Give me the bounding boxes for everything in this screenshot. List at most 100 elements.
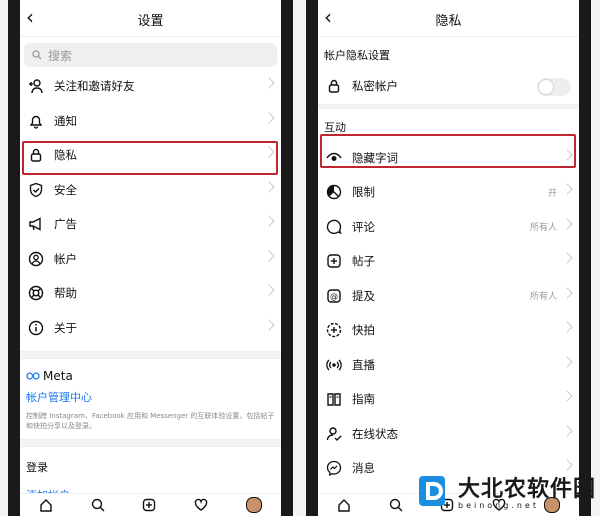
at-icon: @ <box>324 286 344 306</box>
private-account-row[interactable]: 私密帐户 <box>318 69 579 104</box>
bell-icon <box>26 111 46 131</box>
chevron-right-icon <box>561 217 573 230</box>
login-section-title: 登录 <box>26 461 48 474</box>
search-icon <box>32 50 42 60</box>
menu-item-label: 关于 <box>54 320 77 335</box>
menu-item-ads[interactable]: 广告 <box>20 207 281 242</box>
info-icon <box>26 318 46 338</box>
bottom-nav <box>20 493 281 516</box>
menu-item-story[interactable]: 快拍 <box>318 313 579 348</box>
menu-item-comments[interactable]: 评论 所有人 <box>318 210 579 245</box>
section-divider <box>20 439 281 447</box>
accounts-center-link[interactable]: 帐户管理中心 <box>26 389 275 405</box>
watermark-logo-icon <box>418 475 445 506</box>
meta-logo: Meta <box>26 369 275 383</box>
lock-icon <box>324 76 344 96</box>
svg-text:@: @ <box>330 292 338 301</box>
settings-topbar: ‹ 设置 <box>20 0 281 37</box>
search-input[interactable]: 搜索 <box>24 43 277 67</box>
account-icon <box>26 249 46 269</box>
private-account-toggle[interactable] <box>537 78 571 96</box>
menu-item-label: 广告 <box>54 217 77 232</box>
menu-item-live[interactable]: 直播 <box>318 348 579 383</box>
plus-square-icon <box>324 251 344 271</box>
search-icon[interactable] <box>389 498 403 512</box>
account-privacy-header: 帐户隐私设置 <box>324 49 390 62</box>
chevron-right-icon <box>263 284 275 296</box>
menu-item-label: 消息 <box>352 461 375 476</box>
search-placeholder: 搜索 <box>48 48 73 63</box>
meta-infinity-icon <box>26 372 40 380</box>
settings-screen: ‹ 设置 搜索 关注和邀请好友 通知 隐私 安全 广告 帐户 帮助 关于 Met… <box>20 0 281 516</box>
avatar[interactable] <box>246 497 263 513</box>
meta-logo-text: Meta <box>43 369 73 383</box>
watermark: 大北农软件园 beinong.net <box>416 471 596 510</box>
section-divider <box>20 351 281 359</box>
watermark-name: 大北农软件园 <box>457 476 596 502</box>
menu-item-posts[interactable]: 帖子 <box>318 244 579 279</box>
left-phone: ‹ 设置 搜索 关注和邀请好友 通知 隐私 安全 广告 帐户 帮助 关于 Met… <box>8 0 293 516</box>
privacy-screen: ‹ 隐私 帐户隐私设置 私密帐户 互动 隐藏字词 限制 开 评论 所有人 帖子 … <box>318 0 579 516</box>
menu-item-account[interactable]: 帐户 <box>20 242 281 277</box>
privacy-topbar: ‹ 隐私 <box>318 0 579 37</box>
chevron-right-icon <box>561 390 573 402</box>
menu-item-security[interactable]: 安全 <box>20 173 281 208</box>
menu-item-label: 快拍 <box>352 323 375 338</box>
chevron-right-icon <box>263 215 275 227</box>
right-phone: ‹ 隐私 帐户隐私设置 私密帐户 互动 隐藏字词 限制 开 评论 所有人 帖子 … <box>306 0 591 516</box>
live-icon <box>324 355 344 375</box>
guide-icon <box>324 389 344 409</box>
menu-item-help[interactable]: 帮助 <box>20 276 281 311</box>
mentions-value: 所有人 <box>529 292 557 303</box>
meta-section: Meta 帐户管理中心 控制跨 Instagram、Facebook 应用和 M… <box>20 359 281 431</box>
restrict-value: 开 <box>547 188 557 199</box>
chevron-right-icon <box>263 77 275 89</box>
create-icon[interactable] <box>142 498 156 512</box>
menu-item-label: 帐户 <box>54 251 77 266</box>
chevron-right-icon <box>561 424 573 437</box>
menu-item-about[interactable]: 关于 <box>20 311 281 346</box>
chevron-right-icon <box>263 111 275 124</box>
menu-item-label: 安全 <box>54 182 77 197</box>
add-person-icon <box>26 76 46 96</box>
menu-item-follow-invite[interactable]: 关注和邀请好友 <box>20 69 281 104</box>
heart-icon[interactable] <box>194 498 208 512</box>
menu-item-label: 提及 <box>352 288 375 303</box>
menu-item-label: 在线状态 <box>352 426 398 441</box>
page-title: 隐私 <box>435 14 462 29</box>
highlight-box <box>320 134 576 168</box>
menu-item-label: 帮助 <box>54 286 77 301</box>
restrict-icon <box>324 182 344 202</box>
menu-item-activity-status[interactable]: 在线状态 <box>318 417 579 452</box>
comment-icon <box>324 217 344 237</box>
menu-item-restrict[interactable]: 限制 开 <box>318 175 579 210</box>
chevron-right-icon <box>561 183 573 195</box>
search-icon[interactable] <box>91 498 105 512</box>
chevron-right-icon <box>561 252 573 264</box>
chevron-right-icon <box>561 355 573 368</box>
menu-item-label: 通知 <box>54 113 77 128</box>
home-icon[interactable] <box>337 498 351 512</box>
menu-item-label: 指南 <box>352 392 375 407</box>
chevron-right-icon <box>561 321 573 333</box>
menu-item-mentions[interactable]: @ 提及 所有人 <box>318 279 579 314</box>
private-account-label: 私密帐户 <box>352 79 398 94</box>
menu-item-label: 帖子 <box>352 254 375 269</box>
menu-item-label: 关注和邀请好友 <box>54 79 135 94</box>
story-icon <box>324 320 344 340</box>
lifebuoy-icon <box>26 283 46 303</box>
chevron-right-icon <box>263 249 275 262</box>
menu-item-label: 限制 <box>352 185 375 200</box>
chevron-right-icon <box>263 318 275 331</box>
messenger-icon <box>324 458 344 478</box>
menu-item-guides[interactable]: 指南 <box>318 382 579 417</box>
page-title: 设置 <box>137 14 164 29</box>
comments-value: 所有人 <box>529 223 557 234</box>
chevron-right-icon <box>561 459 573 471</box>
shield-icon <box>26 180 46 200</box>
home-icon[interactable] <box>39 498 53 512</box>
menu-item-label: 直播 <box>352 357 375 372</box>
menu-item-label: 评论 <box>352 219 375 234</box>
activity-status-icon <box>324 424 344 444</box>
menu-item-notifications[interactable]: 通知 <box>20 104 281 139</box>
